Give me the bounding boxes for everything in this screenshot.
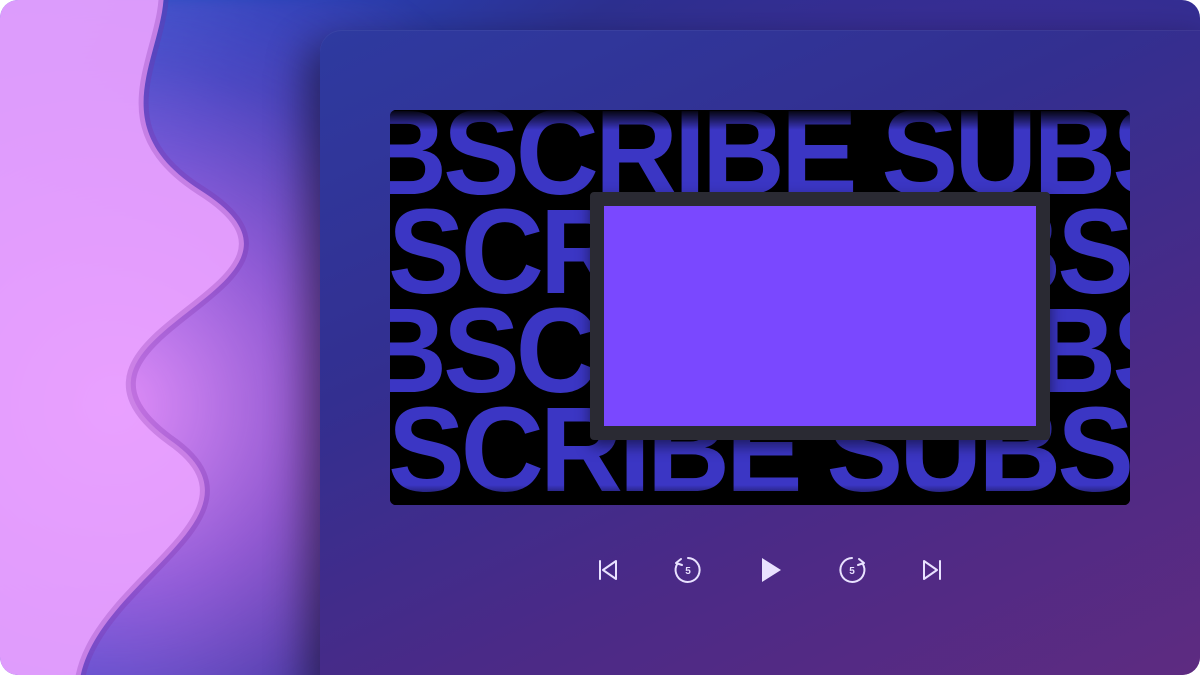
rewind-seconds-label: 5 bbox=[685, 566, 691, 577]
forward-seconds-label: 5 bbox=[849, 566, 855, 577]
rewind-icon: 5 bbox=[671, 553, 705, 587]
media-player-card: UBSCRIBE SUBSCRIBE SUBSCRIB UBSCRIBE SUB… bbox=[0, 0, 1200, 675]
playback-controls: 5 5 bbox=[320, 550, 1200, 590]
play-button[interactable] bbox=[750, 550, 790, 590]
inner-screen-placeholder bbox=[590, 192, 1050, 440]
rewind-5-button[interactable]: 5 bbox=[670, 552, 706, 588]
previous-button[interactable] bbox=[590, 552, 626, 588]
skip-forward-icon bbox=[918, 556, 946, 584]
forward-5-button[interactable]: 5 bbox=[834, 552, 870, 588]
skip-back-icon bbox=[594, 556, 622, 584]
video-area: UBSCRIBE SUBSCRIBE SUBSCRIB UBSCRIBE SUB… bbox=[390, 110, 1130, 505]
next-button[interactable] bbox=[914, 552, 950, 588]
forward-icon: 5 bbox=[835, 553, 869, 587]
player-window: UBSCRIBE SUBSCRIBE SUBSCRIB UBSCRIBE SUB… bbox=[320, 30, 1200, 675]
play-icon bbox=[753, 553, 787, 587]
